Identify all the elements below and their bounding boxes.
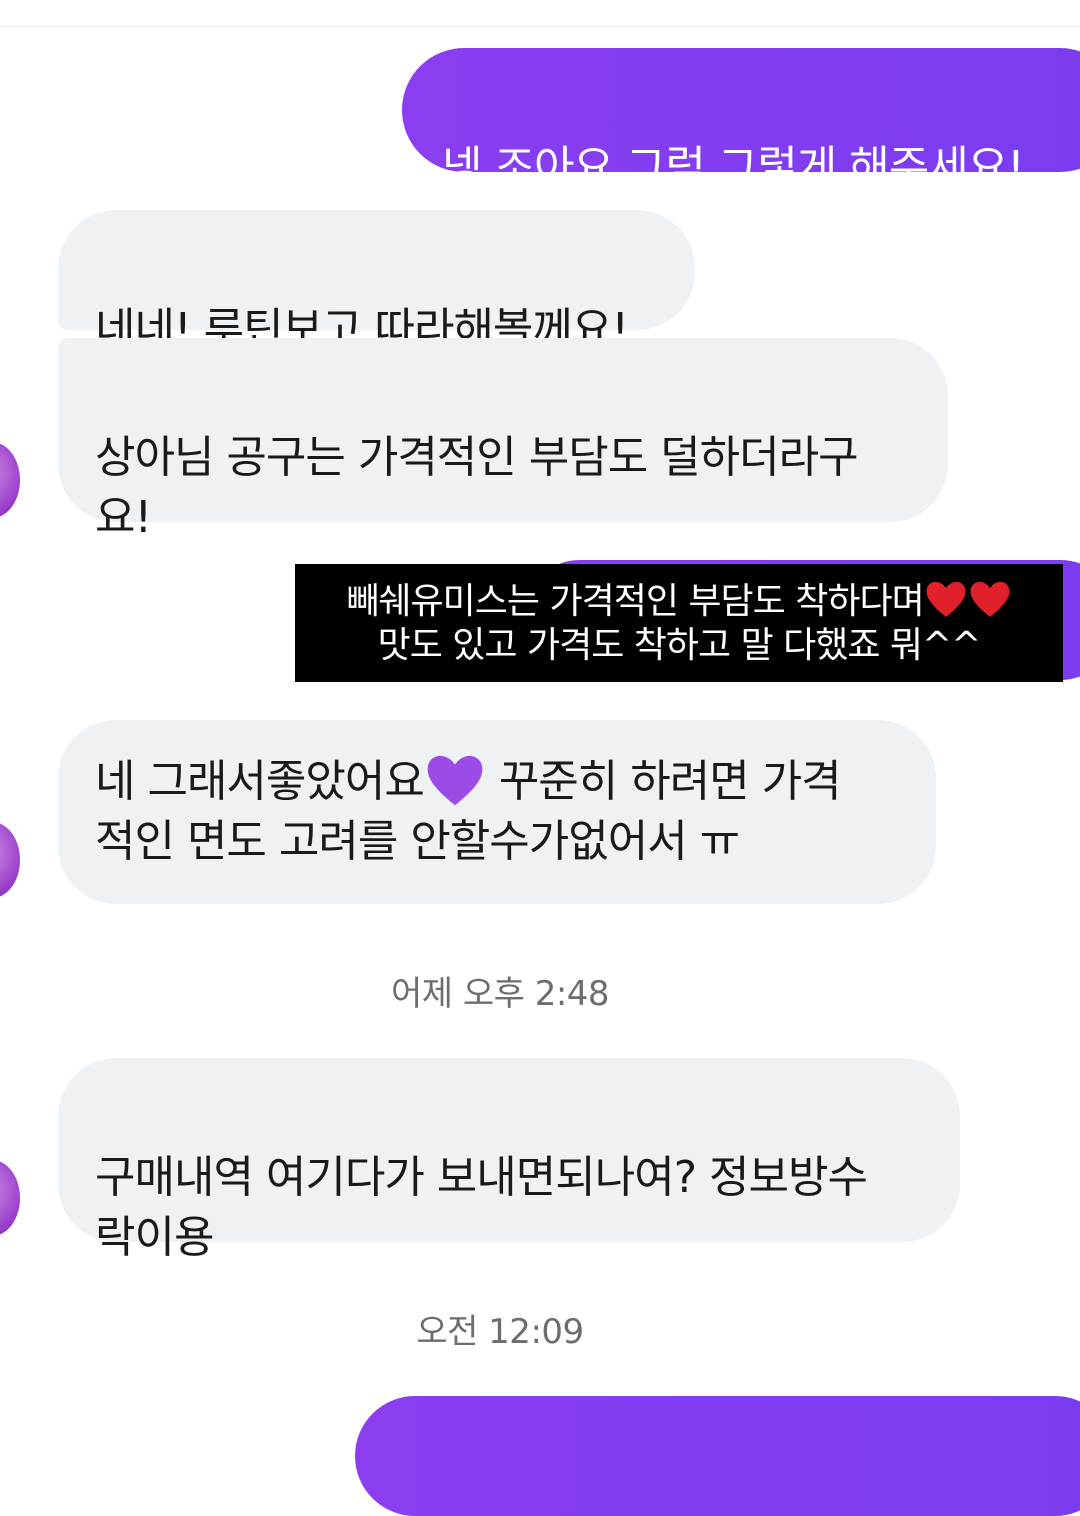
- timestamp: 오전 12:09: [416, 1312, 584, 1352]
- message-text: 넹 조아요 그럼 그렇게 해주세요!: [442, 142, 1025, 193]
- red-heart-icon: [926, 581, 966, 617]
- sender-avatar[interactable]: [0, 1160, 20, 1236]
- sender-avatar[interactable]: [0, 822, 20, 898]
- sender-avatar[interactable]: [0, 442, 20, 518]
- outgoing-message[interactable]: [355, 1396, 1080, 1516]
- purple-heart-icon: [427, 755, 483, 806]
- header-divider: [0, 26, 1080, 27]
- incoming-message[interactable]: 네 그래서좋았어요 꾸준히 하려면 가격 적인 면도 고려를 안할수가없어서 ㅠ: [58, 720, 936, 904]
- message-text: 네 그래서좋았어요: [95, 756, 425, 807]
- timestamp: 어제 오후 2:48: [390, 974, 610, 1014]
- overlay-caption: 빼쉐유미스는 가격적인 부담도 착하다며 맛도 있고 가격도 착하고 말 다했죠…: [295, 564, 1063, 682]
- incoming-message[interactable]: 상아님 공구는 가격적인 부담도 덜하더라구 요!: [58, 338, 948, 543]
- incoming-message[interactable]: 네네! 루틴보고 따라해볼께요!: [58, 210, 695, 355]
- message-text: 구매내역 여기다가 보내면되나여? 정보방수 락이용: [95, 1152, 868, 1263]
- red-heart-icon: [970, 581, 1010, 617]
- incoming-message[interactable]: 구매내역 여기다가 보내면되나여? 정보방수 락이용: [58, 1058, 960, 1263]
- message-text: 상아님 공구는 가격적인 부담도 덜하더라구 요!: [95, 432, 859, 543]
- caption-line-1: 빼쉐유미스는 가격적인 부담도 착하다며: [346, 581, 924, 622]
- caption-line-2: 맛도 있고 가격도 착하고 말 다했죠 뭐^^: [377, 625, 982, 666]
- outgoing-message[interactable]: 넹 조아요 그럼 그렇게 해주세요!: [402, 48, 1080, 193]
